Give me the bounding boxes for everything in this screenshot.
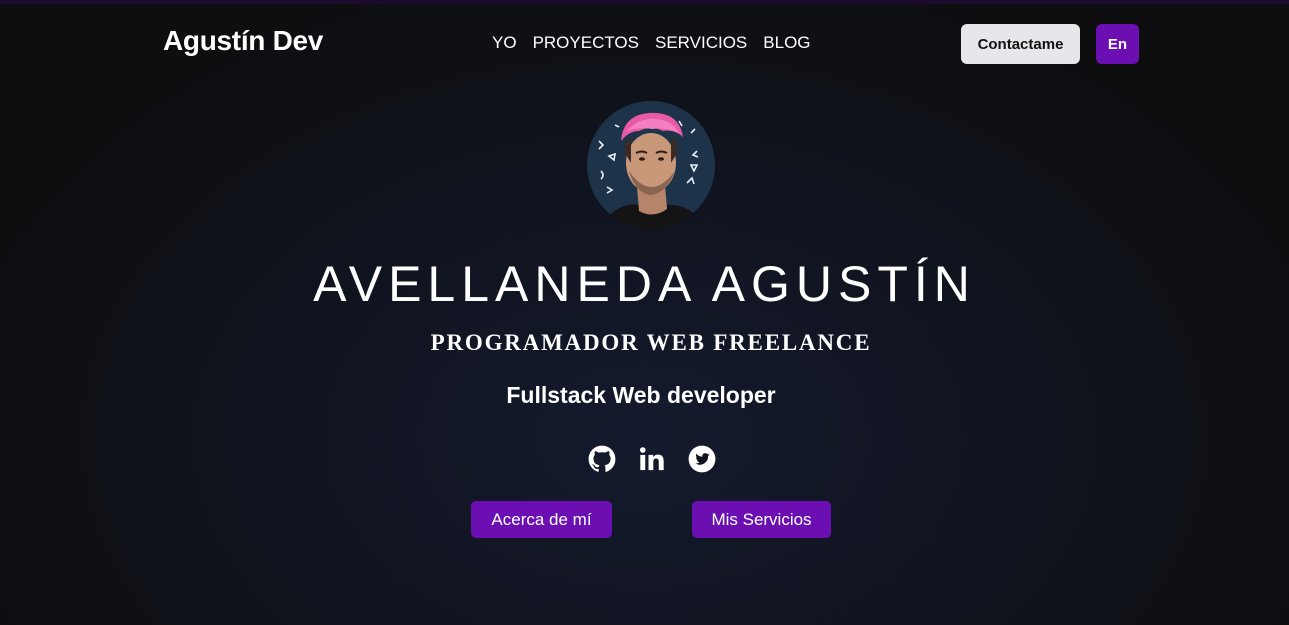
avatar (587, 101, 715, 229)
language-toggle-button[interactable]: En (1096, 24, 1139, 64)
linkedin-icon[interactable] (638, 445, 666, 473)
hero-subtitle: Fullstack Web developer (506, 382, 776, 408)
site-logo[interactable]: Agustín Dev (163, 25, 323, 57)
nav-link-proyectos[interactable]: PROYECTOS (533, 33, 639, 53)
hero-role: PROGRAMADOR WEB FREELANCE (430, 330, 872, 355)
social-links (588, 445, 716, 473)
main-nav: YO PROYECTOS SERVICIOS BLOG (492, 33, 827, 53)
top-strip (0, 0, 1289, 4)
avatar-portrait (587, 101, 715, 229)
twitter-icon[interactable] (688, 445, 716, 473)
contact-button[interactable]: Contactame (961, 24, 1080, 64)
nav-link-blog[interactable]: BLOG (763, 33, 810, 53)
hero-name: AVELLANEDA AGUSTÍN (313, 256, 976, 312)
about-me-button[interactable]: Acerca de mí (471, 501, 612, 538)
nav-link-yo[interactable]: YO (492, 33, 517, 53)
my-services-button[interactable]: Mis Servicios (692, 501, 831, 538)
nav-link-servicios[interactable]: SERVICIOS (655, 33, 747, 53)
github-icon[interactable] (588, 445, 616, 473)
